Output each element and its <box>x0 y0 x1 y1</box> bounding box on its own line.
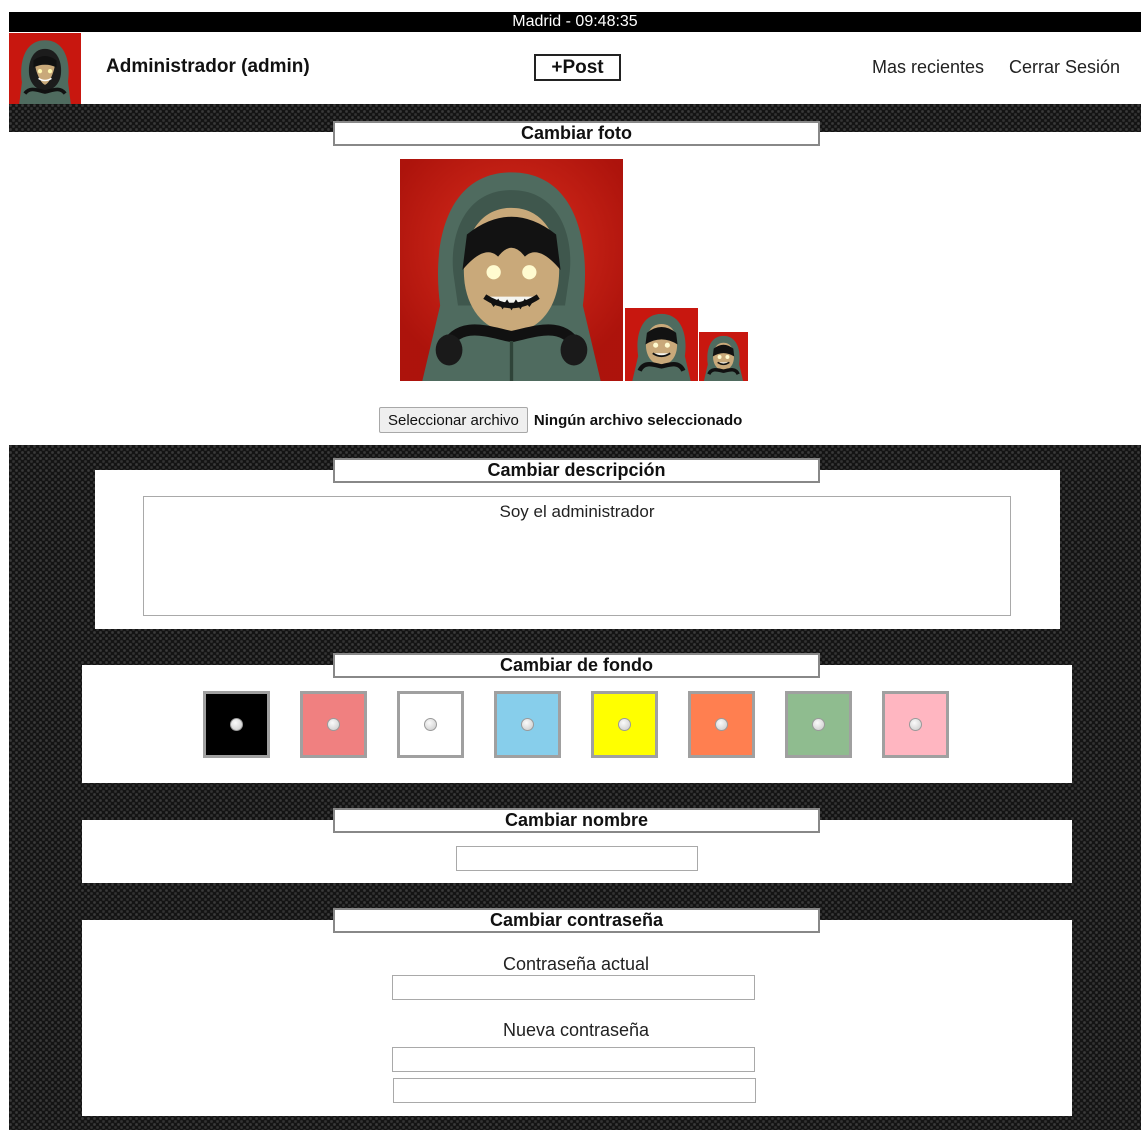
confirm-password-input[interactable] <box>393 1078 756 1103</box>
clock-text: Madrid - 09:48:35 <box>512 13 638 30</box>
radio-button[interactable] <box>618 718 631 731</box>
background-swatch[interactable] <box>203 691 270 758</box>
section-title-description: Cambiar descripción <box>333 458 820 483</box>
background-swatch[interactable] <box>591 691 658 758</box>
section-title-background: Cambiar de fondo <box>333 653 820 678</box>
nav-link-recent[interactable]: Mas recientes <box>872 57 984 78</box>
background-swatch[interactable] <box>688 691 755 758</box>
profile-photo-small <box>699 332 748 381</box>
section-title-name: Cambiar nombre <box>333 808 820 833</box>
section-title-background-text: Cambiar de fondo <box>499 655 653 675</box>
profile-photo-medium <box>625 308 698 381</box>
nav-link-logout[interactable]: Cerrar Sesión <box>1009 57 1120 78</box>
avatar[interactable] <box>9 33 81 105</box>
file-picker: Seleccionar archivo Ningún archivo selec… <box>379 407 742 433</box>
new-post-button[interactable]: +Post <box>534 54 621 81</box>
new-password-input[interactable] <box>392 1047 755 1072</box>
clock-bar: Madrid - 09:48:35 <box>9 12 1141 32</box>
background-swatch[interactable] <box>882 691 949 758</box>
section-title-photo-text: Cambiar foto <box>520 123 632 143</box>
radio-button[interactable] <box>812 718 825 731</box>
background-swatch[interactable] <box>300 691 367 758</box>
header: Administrador (admin) +Post Mas reciente… <box>9 32 1141 105</box>
current-password-label: Contraseña actual <box>502 954 650 974</box>
description-textarea[interactable]: Soy el administrador <box>143 496 1011 616</box>
new-password-label: Nueva contraseña <box>502 1020 650 1040</box>
section-title-name-text: Cambiar nombre <box>504 810 649 830</box>
radio-button[interactable] <box>521 718 534 731</box>
section-title-password-text: Cambiar contraseña <box>489 910 664 930</box>
background-swatch[interactable] <box>397 691 464 758</box>
section-title-photo: Cambiar foto <box>333 121 820 146</box>
section-title-description-text: Cambiar descripción <box>487 460 666 480</box>
profile-photo-large <box>400 159 623 381</box>
file-status: Ningún archivo seleccionado <box>533 411 743 429</box>
user-name: Administrador (admin) <box>106 56 310 77</box>
radio-button[interactable] <box>327 718 340 731</box>
radio-button[interactable] <box>230 718 243 731</box>
radio-button[interactable] <box>909 718 922 731</box>
radio-button[interactable] <box>715 718 728 731</box>
background-swatch[interactable] <box>785 691 852 758</box>
current-password-input[interactable] <box>392 975 755 1000</box>
name-input[interactable] <box>456 846 698 871</box>
radio-button[interactable] <box>424 718 437 731</box>
section-title-password: Cambiar contraseña <box>333 908 820 933</box>
background-swatch[interactable] <box>494 691 561 758</box>
select-file-button[interactable]: Seleccionar archivo <box>379 407 528 433</box>
